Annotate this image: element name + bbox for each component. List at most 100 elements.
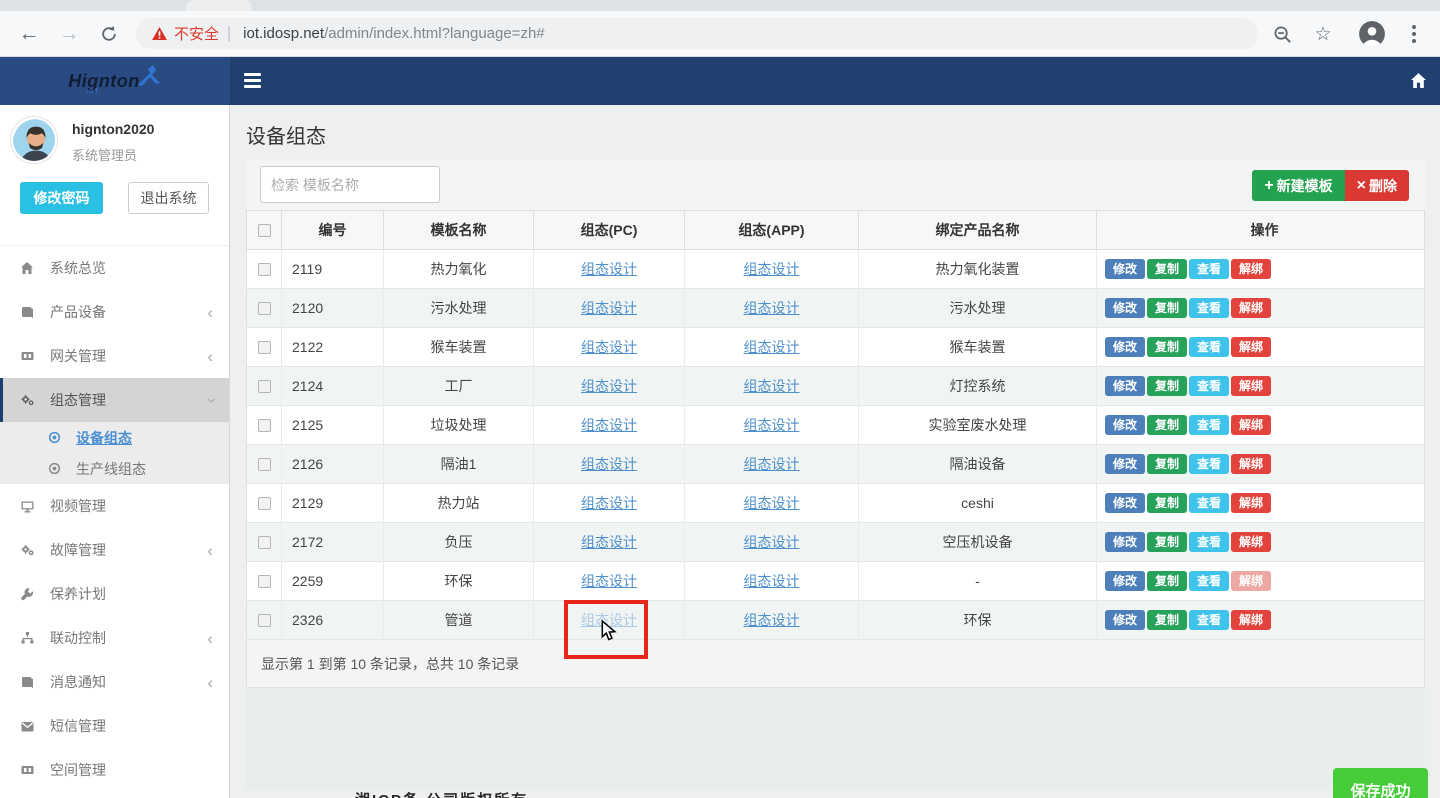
- sidebar-toggle-icon[interactable]: [244, 73, 261, 88]
- sidebar-item-fault[interactable]: 故障管理‹: [0, 528, 229, 572]
- row-checkbox[interactable]: [258, 302, 271, 315]
- logout-button[interactable]: 退出系统: [128, 182, 209, 214]
- action-copy-button[interactable]: 复制: [1147, 610, 1187, 630]
- sidebar-item-scada[interactable]: 组态管理‹: [0, 378, 229, 422]
- browser-forward-button[interactable]: →: [54, 19, 84, 49]
- app-scada-design-link[interactable]: 组态设计: [744, 610, 800, 630]
- action-view-button[interactable]: 查看: [1189, 532, 1229, 552]
- select-all-checkbox[interactable]: [258, 224, 271, 237]
- app-scada-design-link[interactable]: 组态设计: [744, 415, 800, 435]
- action-edit-button[interactable]: 修改: [1105, 376, 1145, 396]
- pc-scada-design-link[interactable]: 组态设计: [581, 298, 637, 318]
- action-unbind-button[interactable]: 解绑: [1231, 337, 1271, 357]
- row-checkbox[interactable]: [258, 341, 271, 354]
- action-edit-button[interactable]: 修改: [1105, 454, 1145, 474]
- action-unbind-button[interactable]: 解绑: [1231, 610, 1271, 630]
- action-view-button[interactable]: 查看: [1189, 415, 1229, 435]
- action-unbind-button[interactable]: 解绑: [1231, 493, 1271, 513]
- action-copy-button[interactable]: 复制: [1147, 376, 1187, 396]
- action-edit-button[interactable]: 修改: [1105, 298, 1145, 318]
- browser-reload-button[interactable]: [94, 19, 124, 49]
- action-unbind-button[interactable]: 解绑: [1231, 298, 1271, 318]
- action-copy-button[interactable]: 复制: [1147, 571, 1187, 591]
- action-view-button[interactable]: 查看: [1189, 454, 1229, 474]
- pc-scada-design-link[interactable]: 组态设计: [581, 493, 637, 513]
- user-avatar[interactable]: [11, 117, 57, 163]
- new-template-button[interactable]: +新建模板: [1252, 170, 1344, 201]
- pc-scada-design-link[interactable]: 组态设计: [581, 610, 637, 630]
- action-copy-button[interactable]: 复制: [1147, 415, 1187, 435]
- bookmark-star-icon[interactable]: ☆: [1308, 19, 1338, 49]
- action-unbind-button[interactable]: 解绑: [1231, 415, 1271, 435]
- pc-scada-design-link[interactable]: 组态设计: [581, 259, 637, 279]
- sidebar-item-products[interactable]: 产品设备‹: [0, 290, 229, 334]
- row-checkbox[interactable]: [258, 263, 271, 276]
- row-checkbox[interactable]: [258, 380, 271, 393]
- action-edit-button[interactable]: 修改: [1105, 259, 1145, 279]
- app-scada-design-link[interactable]: 组态设计: [744, 532, 800, 552]
- app-scada-design-link[interactable]: 组态设计: [744, 298, 800, 318]
- pc-scada-design-link[interactable]: 组态设计: [581, 376, 637, 396]
- action-edit-button[interactable]: 修改: [1105, 610, 1145, 630]
- app-scada-design-link[interactable]: 组态设计: [744, 571, 800, 591]
- home-icon[interactable]: [1410, 72, 1427, 94]
- action-copy-button[interactable]: 复制: [1147, 493, 1187, 513]
- action-unbind-button[interactable]: 解绑: [1231, 259, 1271, 279]
- pc-scada-design-link[interactable]: 组态设计: [581, 571, 637, 591]
- app-scada-design-link[interactable]: 组态设计: [744, 337, 800, 357]
- sidebar-item-overview[interactable]: 系统总览: [0, 246, 229, 290]
- app-scada-design-link[interactable]: 组态设计: [744, 454, 800, 474]
- browser-back-button[interactable]: ←: [14, 19, 44, 49]
- action-copy-button[interactable]: 复制: [1147, 532, 1187, 552]
- sidebar-item-maintenance[interactable]: 保养计划: [0, 572, 229, 616]
- row-checkbox[interactable]: [258, 497, 271, 510]
- app-scada-design-link[interactable]: 组态设计: [744, 493, 800, 513]
- sidebar-item-sms[interactable]: 短信管理: [0, 704, 229, 748]
- row-checkbox[interactable]: [258, 575, 271, 588]
- browser-menu-icon[interactable]: [1399, 19, 1429, 49]
- sidebar-item-line-scada[interactable]: 生产线组态: [0, 453, 229, 484]
- sidebar-item-gateway[interactable]: 网关管理‹: [0, 334, 229, 378]
- sidebar-item-device-scada[interactable]: 设备组态: [0, 422, 229, 453]
- action-edit-button[interactable]: 修改: [1105, 415, 1145, 435]
- action-view-button[interactable]: 查看: [1189, 493, 1229, 513]
- sidebar-item-space[interactable]: 空间管理: [0, 748, 229, 792]
- action-view-button[interactable]: 查看: [1189, 376, 1229, 396]
- action-edit-button[interactable]: 修改: [1105, 571, 1145, 591]
- app-scada-design-link[interactable]: 组态设计: [744, 376, 800, 396]
- zoom-out-icon[interactable]: [1267, 19, 1297, 49]
- app-scada-design-link[interactable]: 组态设计: [744, 259, 800, 279]
- action-view-button[interactable]: 查看: [1189, 571, 1229, 591]
- action-edit-button[interactable]: 修改: [1105, 532, 1145, 552]
- row-checkbox[interactable]: [258, 419, 271, 432]
- browser-tab[interactable]: [186, 0, 252, 11]
- action-view-button[interactable]: 查看: [1189, 259, 1229, 279]
- action-view-button[interactable]: 查看: [1189, 610, 1229, 630]
- delete-button[interactable]: ×删除: [1345, 170, 1409, 201]
- search-input[interactable]: [260, 166, 440, 203]
- row-checkbox[interactable]: [258, 536, 271, 549]
- action-copy-button[interactable]: 复制: [1147, 298, 1187, 318]
- action-unbind-button[interactable]: 解绑: [1231, 532, 1271, 552]
- pc-scada-design-link[interactable]: 组态设计: [581, 415, 637, 435]
- change-password-button[interactable]: 修改密码: [20, 182, 103, 214]
- action-unbind-button[interactable]: 解绑: [1231, 571, 1271, 591]
- sidebar-item-message[interactable]: 消息通知‹: [0, 660, 229, 704]
- row-checkbox[interactable]: [258, 614, 271, 627]
- row-checkbox[interactable]: [258, 458, 271, 471]
- action-view-button[interactable]: 查看: [1189, 337, 1229, 357]
- sidebar-item-video[interactable]: 视频管理: [0, 484, 229, 528]
- action-unbind-button[interactable]: 解绑: [1231, 454, 1271, 474]
- url-bar[interactable]: 不安全 | iot.idosp.net/admin/index.html?lan…: [136, 18, 1258, 49]
- action-edit-button[interactable]: 修改: [1105, 493, 1145, 513]
- browser-profile-avatar[interactable]: [1357, 19, 1387, 49]
- action-copy-button[interactable]: 复制: [1147, 337, 1187, 357]
- pc-scada-design-link[interactable]: 组态设计: [581, 532, 637, 552]
- action-view-button[interactable]: 查看: [1189, 298, 1229, 318]
- action-edit-button[interactable]: 修改: [1105, 337, 1145, 357]
- action-copy-button[interactable]: 复制: [1147, 454, 1187, 474]
- sidebar-item-linkage[interactable]: 联动控制‹: [0, 616, 229, 660]
- action-unbind-button[interactable]: 解绑: [1231, 376, 1271, 396]
- action-copy-button[interactable]: 复制: [1147, 259, 1187, 279]
- pc-scada-design-link[interactable]: 组态设计: [581, 454, 637, 474]
